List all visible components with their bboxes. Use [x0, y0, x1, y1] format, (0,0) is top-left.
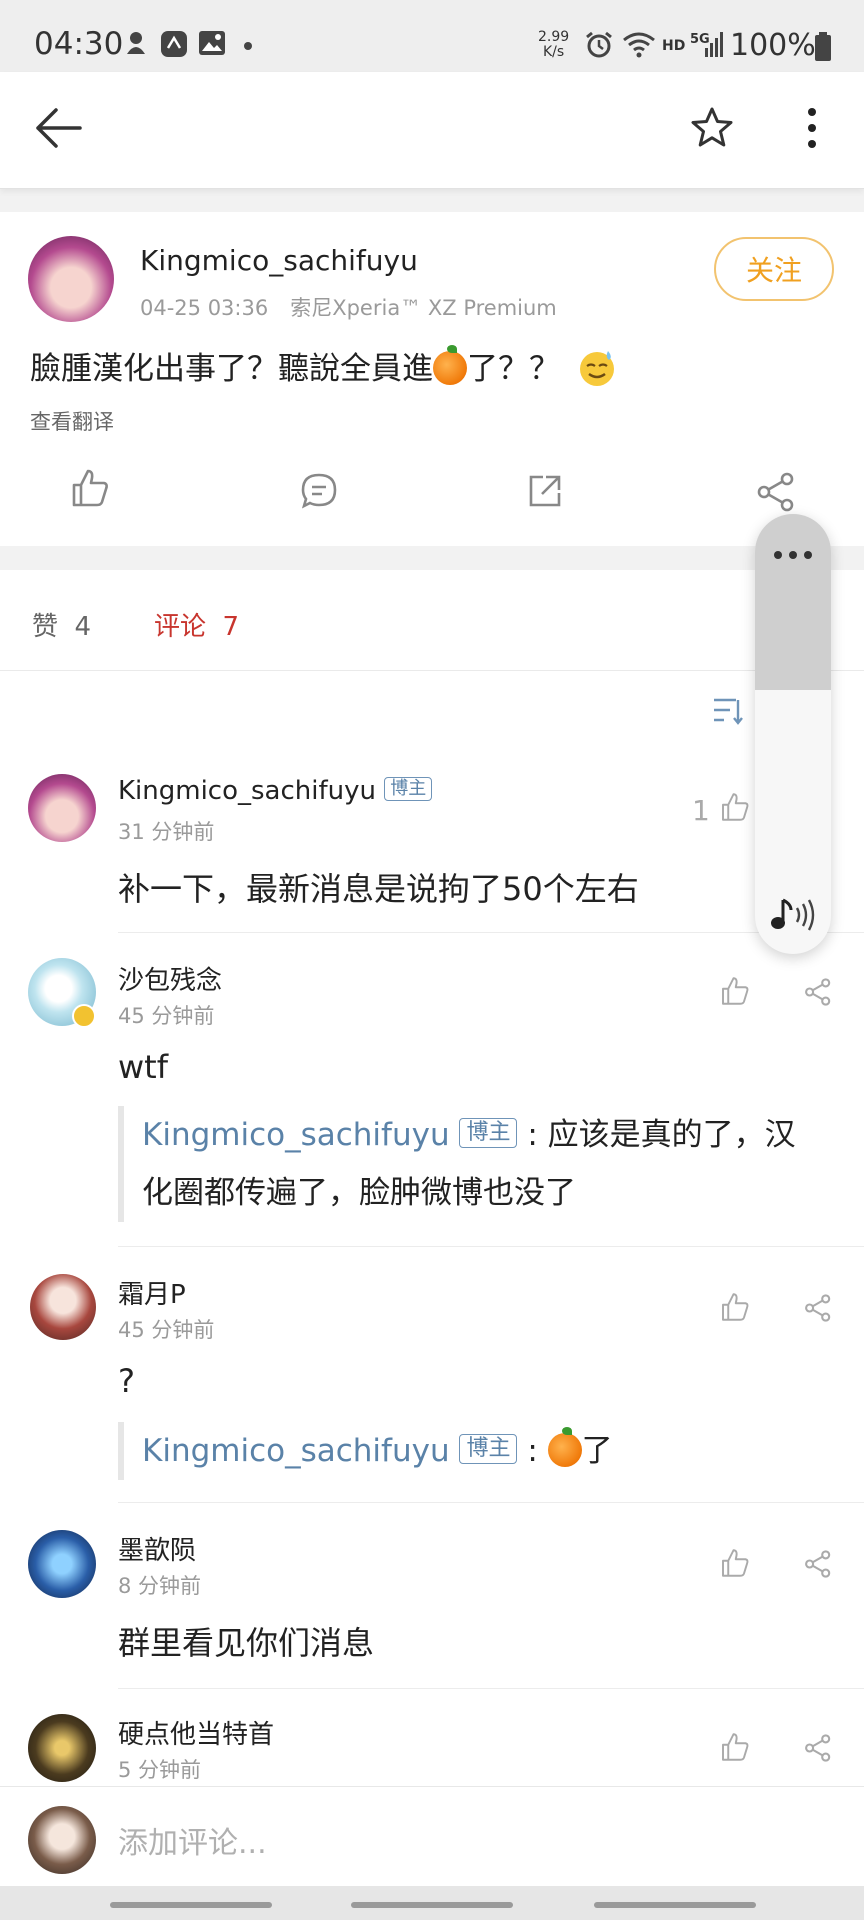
verified-badge-icon [72, 1004, 96, 1028]
tab-comments[interactable]: 评论 7 [154, 606, 239, 643]
comment-time: 45 分钟前 [118, 1318, 215, 1342]
comment-thumb-up-icon[interactable] [720, 792, 750, 822]
battery-icon [815, 32, 831, 61]
comment-share-icon[interactable] [804, 1550, 832, 1578]
divider [118, 932, 864, 933]
net-speed-unit: K/s [542, 44, 565, 60]
avatar[interactable] [28, 774, 96, 842]
net-speed-value: 2.99 [538, 29, 570, 45]
tab-likes-count: 4 [74, 612, 92, 642]
nav-recent-button[interactable] [110, 1902, 272, 1908]
nav-home-button[interactable] [351, 1902, 513, 1908]
reply-author[interactable]: Kingmico_sachifuyu [142, 1117, 450, 1153]
avatar[interactable] [28, 1714, 96, 1782]
comment-text: ? [118, 1362, 135, 1400]
tab-likes-label: 赞 [32, 612, 59, 642]
music-sound-icon[interactable] [769, 896, 817, 934]
comment-share-icon[interactable] [804, 978, 832, 1006]
comment-author[interactable]: 霜月P [118, 1274, 186, 1311]
author-badge: 博主 [459, 1117, 518, 1148]
reply-quote: Kingmico_sachifuyu 博主 : 了 [118, 1422, 818, 1480]
comment-author[interactable]: Kingmico_sachifuyu 博主 [118, 776, 433, 806]
author-badge: 博主 [384, 776, 433, 801]
author-badge: 博主 [459, 1433, 518, 1464]
comment-text: wtf [118, 1048, 168, 1086]
comment-time: 5 分钟前 [118, 1758, 202, 1782]
external-share-icon[interactable] [526, 472, 564, 510]
hd-label: HD [662, 38, 686, 54]
reply-text: 了 [581, 1433, 613, 1469]
nav-back-button[interactable] [594, 1902, 756, 1908]
comment-time: 45 分钟前 [118, 1004, 215, 1028]
dot-icon [244, 42, 252, 50]
net-speed: 2.99 K/s [538, 30, 569, 60]
avatar[interactable] [30, 1274, 96, 1340]
tab-likes[interactable]: 赞 4 [32, 606, 91, 643]
divider [118, 1502, 864, 1503]
post-author-name[interactable]: Kingmico_sachifuyu [140, 244, 418, 277]
comment-icon[interactable] [300, 472, 338, 510]
tab-comments-label: 评论 [154, 612, 207, 642]
more-vert-icon[interactable] [806, 106, 818, 150]
comment-share-icon[interactable] [804, 1294, 832, 1322]
comment-author[interactable]: 墨歆陨 [118, 1530, 196, 1567]
reply-quote: Kingmico_sachifuyu 博主 : 应该是真的了，汉化圈都传遍了，脸… [118, 1106, 818, 1222]
comment-text: 群里看见你们消息 [118, 1624, 375, 1662]
post-timestamp: 04-25 03:36 [140, 296, 269, 320]
post-text-end: 了？？ [467, 351, 560, 387]
comment-author[interactable]: 硬点他当特首 [118, 1714, 274, 1751]
post-text-main: 臉腫漢化出事了？聽說全員進 [30, 351, 433, 387]
sync-app-icon [161, 31, 187, 57]
notification-app-icon [127, 32, 145, 54]
comment-thumb-up-icon[interactable] [720, 1548, 750, 1578]
orange-emoji-icon [547, 1426, 582, 1467]
image-notification-icon [199, 31, 225, 55]
more-horiz-icon[interactable] [773, 550, 813, 560]
current-user-avatar [28, 1806, 96, 1874]
divider [118, 1246, 864, 1247]
sweat-smile-emoji-icon [579, 350, 614, 386]
post-author-avatar[interactable] [28, 236, 114, 322]
divider [118, 1688, 864, 1689]
post-text: 臉腫漢化出事了？聽說全員進 了？？ [30, 343, 616, 390]
avatar[interactable] [28, 1530, 96, 1598]
comment-like-count: 1 [692, 794, 710, 827]
comment-author[interactable]: 沙包残念 [118, 960, 222, 997]
stats-tabs [0, 570, 864, 671]
share-icon[interactable] [756, 472, 796, 512]
battery-percent: 100% [730, 28, 816, 63]
comment-input-field[interactable]: 添加评论... [118, 1818, 267, 1862]
back-arrow-icon[interactable] [34, 106, 82, 150]
translate-link[interactable]: 查看翻译 [30, 406, 114, 436]
follow-button[interactable]: 关注 [714, 237, 834, 301]
star-icon[interactable] [690, 106, 734, 148]
comment-share-icon[interactable] [804, 1734, 832, 1762]
post-meta: 04-25 03:36 索尼Xperia™ XZ Premium [140, 292, 557, 322]
wifi-icon [623, 32, 655, 58]
panel-top [755, 514, 831, 690]
signal-icon [705, 32, 723, 57]
alarm-icon [586, 31, 612, 58]
comment-author-name: Kingmico_sachifuyu [118, 776, 376, 806]
post-device: 索尼Xperia™ XZ Premium [290, 296, 557, 320]
comment-thumb-up-icon[interactable] [720, 1292, 750, 1322]
floating-side-panel[interactable] [755, 514, 831, 954]
status-bar: 04:30 2.99 K/s HD 5G 100% [0, 0, 864, 72]
comment-thumb-up-icon[interactable] [720, 1732, 750, 1762]
reply-author[interactable]: Kingmico_sachifuyu [142, 1433, 450, 1469]
comment-time: 8 分钟前 [118, 1574, 202, 1598]
comment-text: 补一下，最新消息是说拘了50个左右 [118, 870, 639, 908]
app-bar [0, 72, 864, 189]
status-time: 04:30 [34, 26, 124, 62]
comment-time: 31 分钟前 [118, 820, 215, 844]
tab-comments-count: 7 [222, 612, 240, 642]
sort-icon[interactable] [712, 696, 744, 726]
thumb-up-icon[interactable] [70, 468, 110, 508]
comment-thumb-up-icon[interactable] [720, 976, 750, 1006]
orange-emoji-icon [433, 344, 467, 385]
